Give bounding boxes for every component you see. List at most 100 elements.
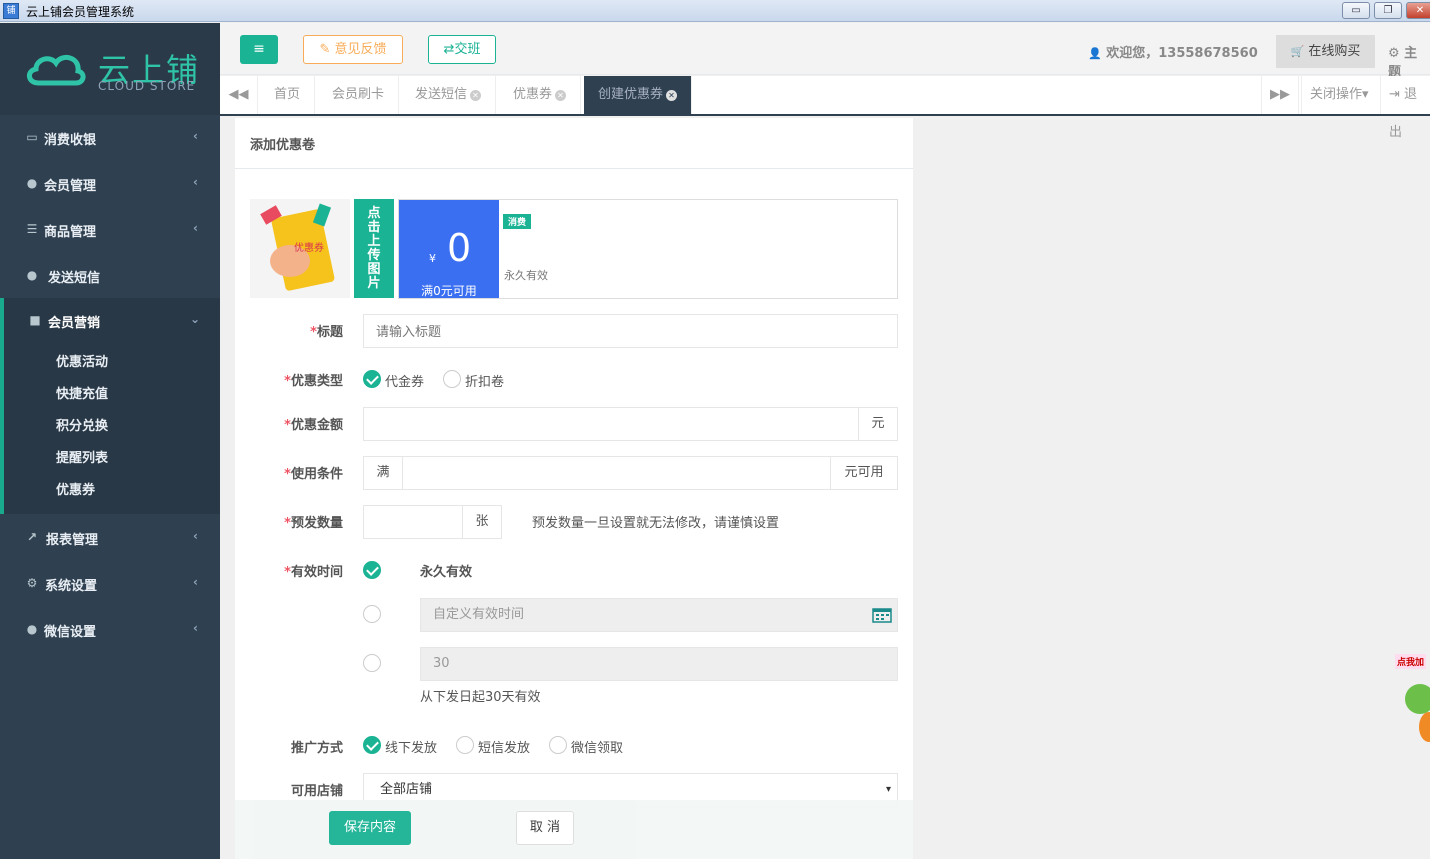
top-header: ≡ ✎ 意见反馈 ⇄交班 👤 欢迎您，13558678560 🛒 在线购买 ⚙ … xyxy=(220,23,1430,80)
sidebar-item-wechat[interactable]: ● 微信设置 ‹ xyxy=(0,607,220,653)
calendar-icon[interactable] xyxy=(872,607,892,623)
title-label: *标题 xyxy=(310,325,343,340)
feedback-button[interactable]: ✎ 意见反馈 xyxy=(303,35,403,64)
upload-label: 点击上传图片 xyxy=(367,206,381,291)
amount-input[interactable] xyxy=(363,407,859,441)
briefcase-icon: ■ xyxy=(29,313,41,327)
card-title: 添加优惠卷 xyxy=(250,138,316,153)
sidebar: 云上铺 CLOUD STORE ▭ 消费收银 ‹ ● 会员管理 ‹ ☰ 商品管理… xyxy=(0,23,220,859)
tab-label: 创建优惠券 xyxy=(598,87,664,102)
sidebar-subitem-promotions[interactable]: 优惠活动 xyxy=(56,351,108,370)
tab-home[interactable]: 首页 xyxy=(260,76,316,114)
tab-member-card[interactable]: 会员刷卡 xyxy=(318,76,400,114)
close-tab-icon[interactable]: ✕ xyxy=(555,90,567,101)
line-chart-icon: ↗ xyxy=(26,530,38,544)
user-icon: ● xyxy=(26,176,38,190)
promo-radio-offline[interactable] xyxy=(363,736,381,754)
condition-input[interactable] xyxy=(402,456,831,490)
save-button[interactable]: 保存内容 xyxy=(329,811,411,845)
validity-days-hint: 从下发日起30天有效 xyxy=(420,690,541,705)
logo: 云上铺 CLOUD STORE xyxy=(0,23,220,115)
title-input[interactable] xyxy=(363,314,898,348)
window-title: 云上铺会员管理系统 xyxy=(26,5,135,19)
theme-button[interactable]: ⚙ 主题 xyxy=(1388,42,1430,80)
buy-online-button[interactable]: 🛒 在线购买 xyxy=(1276,35,1375,68)
comment-icon: ● xyxy=(26,268,38,282)
condition-prefix: 满 xyxy=(363,456,403,490)
sidebar-group-marketing: ■ 会员营销 ⌄ 优惠活动 快捷充值 积分兑换 提醒列表 优惠券 xyxy=(0,298,220,514)
cart-icon: 🛒 xyxy=(1290,45,1305,58)
user-icon: 👤 xyxy=(1088,47,1102,60)
coupon-tag-badge: 消费 xyxy=(503,214,532,229)
validity-radio-days[interactable] xyxy=(363,654,381,672)
cancel-button[interactable]: 取 消 xyxy=(516,811,574,845)
type-radio-cash[interactable] xyxy=(363,370,381,388)
tab-scroll-right-icon[interactable]: ▶▶ xyxy=(1261,76,1299,114)
sidebar-item-settings[interactable]: ⚙ 系统设置 ‹ xyxy=(0,561,220,607)
sidebar-item-marketing[interactable]: ■ 会员营销 ⌄ xyxy=(4,298,220,344)
close-tab-icon[interactable]: ✕ xyxy=(470,90,482,101)
sidebar-subitem-reminders[interactable]: 提醒列表 xyxy=(56,447,108,466)
shift-handover-button[interactable]: ⇄交班 xyxy=(428,35,496,64)
validity-radio-permanent[interactable] xyxy=(363,561,381,579)
close-tab-icon[interactable]: ✕ xyxy=(666,90,678,101)
promotion-label: 推广方式 xyxy=(290,741,343,756)
coupon-preview-amount-panel: ¥ 0 满0元可用 xyxy=(399,200,499,298)
upload-image-button[interactable]: 点击上传图片 xyxy=(354,199,394,298)
welcome-label: 欢迎您，13558678560 xyxy=(1106,46,1258,61)
quantity-hint: 预发数量一旦设置就无法修改，请谨慎设置 xyxy=(532,516,780,531)
restore-button[interactable]: ❐ xyxy=(1374,2,1402,19)
menu-toggle-button[interactable]: ≡ xyxy=(240,35,278,64)
validity-days-input[interactable]: 30 xyxy=(420,647,898,681)
logout-button[interactable]: ⇥ 退出 xyxy=(1380,76,1430,140)
sidebar-subitem-points-exchange[interactable]: 积分兑换 xyxy=(56,415,108,434)
close-operations-dropdown[interactable]: 关闭操作▾ xyxy=(1301,76,1377,114)
sidebar-item-label: 消费收银 xyxy=(44,133,97,148)
sidebar-item-products[interactable]: ☰ 商品管理 ‹ xyxy=(0,207,220,253)
floating-service-widget[interactable]: 点我加 xyxy=(1393,650,1430,750)
coupon-type-label: *优惠类型 xyxy=(284,374,343,389)
sidebar-item-label: 会员营销 xyxy=(48,316,101,331)
amount-label: *优惠金额 xyxy=(284,418,343,433)
database-icon: ☰ xyxy=(26,222,38,236)
sidebar-item-sms[interactable]: ● 发送短信 xyxy=(0,253,220,299)
currency-symbol: ¥ xyxy=(429,252,436,265)
type-option-label: 代金券 xyxy=(385,375,425,390)
sidebar-item-cashier[interactable]: ▭ 消费收银 ‹ xyxy=(0,115,220,161)
tab-send-sms[interactable]: 发送短信 ✕ xyxy=(401,76,497,114)
sidebar-subitem-quick-recharge[interactable]: 快捷充值 xyxy=(56,383,108,402)
sidebar-item-label: 微信设置 xyxy=(44,625,97,640)
promo-radio-sms[interactable] xyxy=(456,736,474,754)
mascot-icon xyxy=(1405,684,1430,714)
comments-icon: ● xyxy=(26,622,38,636)
welcome-text: 👤 欢迎您，13558678560 xyxy=(1088,42,1258,61)
app-icon: 铺 xyxy=(3,3,19,19)
custom-validity-input[interactable]: 自定义有效时间 xyxy=(420,598,898,632)
coupon-validity: 永久有效 xyxy=(504,269,548,282)
chevron-down-icon: ⌄ xyxy=(190,312,201,326)
sidebar-item-reports[interactable]: ↗ 报表管理 ‹ xyxy=(0,515,220,561)
sidebar-item-label: 系统设置 xyxy=(45,579,98,594)
card-header: 添加优惠卷 xyxy=(235,118,913,169)
validity-label: *有效时间 xyxy=(284,565,343,580)
tab-label: 优惠券 xyxy=(513,87,553,102)
validity-radio-custom[interactable] xyxy=(363,605,381,623)
tab-coupons[interactable]: 优惠券 ✕ xyxy=(499,76,582,114)
type-radio-discount[interactable] xyxy=(443,370,461,388)
tab-label: 发送短信 xyxy=(415,87,468,102)
tab-scroll-left-icon[interactable]: ◀◀ xyxy=(220,76,258,114)
close-button[interactable]: ✕ xyxy=(1406,2,1430,19)
sidebar-item-label: 会员管理 xyxy=(44,179,97,194)
quantity-input[interactable] xyxy=(363,505,463,539)
type-option-label: 折扣卷 xyxy=(465,375,505,390)
sidebar-item-members[interactable]: ● 会员管理 ‹ xyxy=(0,161,220,207)
coupon-image-label: 优惠券 xyxy=(294,241,324,254)
sidebar-subitem-coupons[interactable]: 优惠券 xyxy=(56,479,95,498)
promo-option-label: 短信发放 xyxy=(478,741,531,756)
promo-radio-wechat[interactable] xyxy=(549,736,567,754)
minimize-button[interactable]: ▭ xyxy=(1342,2,1370,19)
tab-create-coupon[interactable]: 创建优惠券 ✕ xyxy=(584,76,693,114)
coupon-image: 优惠券 xyxy=(250,199,350,298)
create-coupon-card: 添加优惠卷 优惠券 点击上传图片 ¥ 0 满0元可用 消费 永久有效 *标题 *… xyxy=(235,118,913,859)
quantity-label: *预发数量 xyxy=(284,516,343,531)
